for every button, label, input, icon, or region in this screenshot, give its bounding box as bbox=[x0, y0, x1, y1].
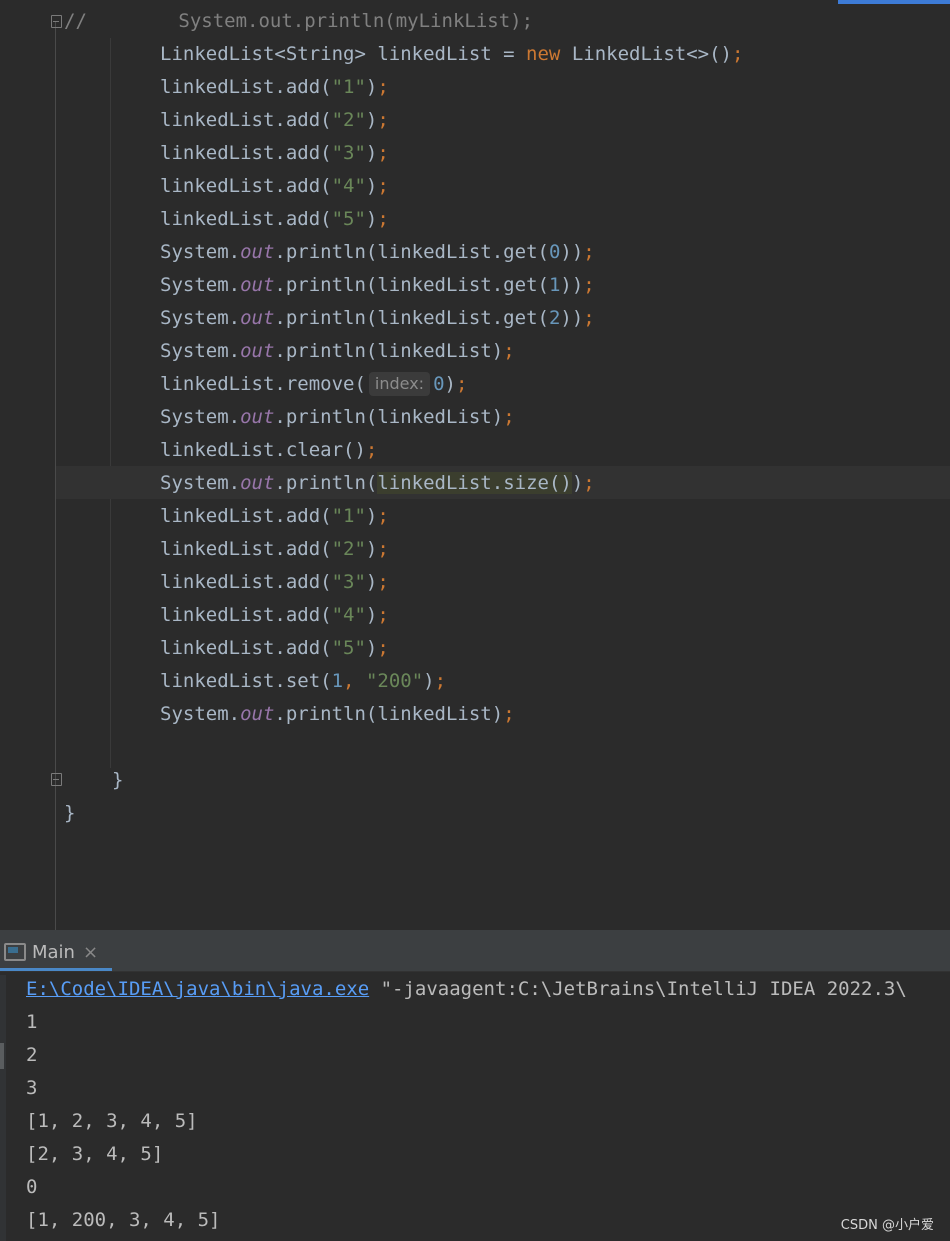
code-line[interactable]: linkedList.add("1"); bbox=[160, 71, 389, 104]
tab-main-label: Main bbox=[32, 941, 75, 963]
code-line[interactable]: linkedList.remove(index: 0); bbox=[160, 368, 467, 401]
code-line[interactable]: System.out.println(linkedList.get(2)); bbox=[160, 302, 595, 335]
parameter-hint: index: bbox=[368, 372, 431, 396]
code-line-comment[interactable]: // System.out.println(myLinkList); bbox=[64, 5, 533, 38]
code-line[interactable]: linkedList.add("4"); bbox=[160, 599, 389, 632]
run-tab-bar: Main × bbox=[0, 933, 950, 972]
console-left-strip bbox=[0, 975, 6, 1241]
code-line[interactable]: System.out.println(linkedList); bbox=[160, 698, 515, 731]
indent-guide bbox=[110, 38, 111, 768]
code-line[interactable]: linkedList.add("3"); bbox=[160, 137, 389, 170]
command-args: "-javaagent:C:\JetBrains\IntelliJ IDEA 2… bbox=[369, 978, 907, 1000]
code-line[interactable]: linkedList.add("2"); bbox=[160, 104, 389, 137]
closing-brace-class[interactable]: } bbox=[64, 797, 75, 830]
editor-top-accent bbox=[838, 0, 950, 4]
code-line-current[interactable]: System.out.println(linkedList.size()); bbox=[160, 467, 595, 500]
code-line[interactable]: linkedList.set(1, "200"); bbox=[160, 665, 446, 698]
java-exe-link[interactable]: E:\Code\IDEA\java\bin\java.exe bbox=[26, 978, 369, 1000]
console-output-line: 0 bbox=[26, 1176, 38, 1198]
console-output-line: [1, 200, 3, 4, 5] bbox=[26, 1209, 221, 1231]
code-line[interactable]: System.out.println(linkedList.get(1)); bbox=[160, 269, 595, 302]
console-icon bbox=[4, 943, 26, 961]
console-output-line: 2 bbox=[26, 1044, 38, 1066]
console-output-line: 3 bbox=[26, 1077, 38, 1099]
closing-brace-method[interactable]: } bbox=[112, 764, 123, 797]
fold-marker-icon[interactable] bbox=[50, 772, 62, 786]
scroll-marker[interactable] bbox=[0, 1043, 4, 1069]
code-line[interactable]: linkedList.add("4"); bbox=[160, 170, 389, 203]
watermark: CSDN @小户爱 bbox=[840, 1218, 934, 1233]
tab-main[interactable]: Main × bbox=[0, 933, 110, 971]
run-tool-window: Main × E:\Code\IDEA\java\bin\java.exe "-… bbox=[0, 930, 950, 1241]
code-line[interactable]: System.out.println(linkedList); bbox=[160, 401, 515, 434]
code-line[interactable]: linkedList.add("5"); bbox=[160, 203, 389, 236]
code-line[interactable]: linkedList.add("5"); bbox=[160, 632, 389, 665]
console-output-line: [1, 2, 3, 4, 5] bbox=[26, 1110, 198, 1132]
code-line[interactable]: System.out.println(linkedList); bbox=[160, 335, 515, 368]
code-line[interactable]: System.out.println(linkedList.get(0)); bbox=[160, 236, 595, 269]
code-editor[interactable]: // System.out.println(myLinkList); Linke… bbox=[0, 0, 950, 930]
code-line[interactable]: linkedList.add("1"); bbox=[160, 500, 389, 533]
console-command-line: E:\Code\IDEA\java\bin\java.exe "-javaage… bbox=[26, 973, 907, 1006]
console-output-line: 1 bbox=[26, 1011, 38, 1033]
code-line[interactable]: linkedList.add("2"); bbox=[160, 533, 389, 566]
code-line[interactable]: LinkedList<String> linkedList = new Link… bbox=[160, 38, 743, 71]
code-line[interactable]: linkedList.add("3"); bbox=[160, 566, 389, 599]
close-icon[interactable]: × bbox=[83, 942, 98, 963]
code-line[interactable]: linkedList.clear(); bbox=[160, 434, 377, 467]
console-output-line: [2, 3, 4, 5] bbox=[26, 1143, 164, 1165]
active-tab-indicator bbox=[0, 968, 112, 971]
fold-marker-icon[interactable] bbox=[50, 14, 62, 28]
